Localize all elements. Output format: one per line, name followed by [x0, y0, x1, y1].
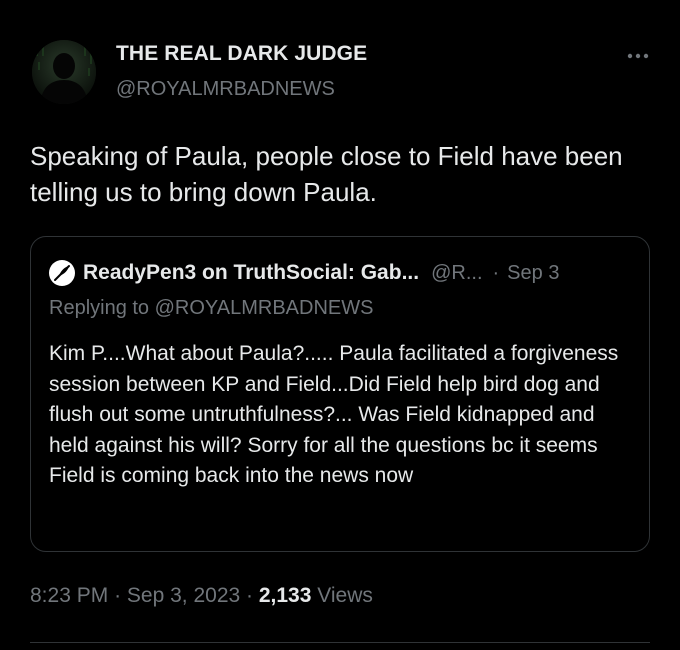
quoted-tweet-text: Kim P....What about Paula?..... Paula fa…: [49, 342, 619, 487]
tweet-text: Speaking of Paula, people close to Field…: [30, 141, 623, 207]
quoted-tweet-header: ReadyPen3 on TruthSocial: Gab... @R... ·…: [49, 257, 631, 289]
author-avatar[interactable]: [32, 40, 96, 104]
meta-separator: ·: [246, 584, 254, 607]
divider: [30, 642, 650, 643]
views-count[interactable]: 2,133: [259, 584, 312, 607]
replying-to-label: Replying to @ROYALMRBADNEWS: [49, 297, 374, 319]
more-options-button[interactable]: [618, 44, 658, 68]
views-label: Views: [317, 584, 373, 607]
feather-pen-icon: [54, 265, 70, 281]
more-horizontal-icon: [627, 53, 649, 59]
quoted-header-separator: ·: [492, 261, 500, 284]
quoted-tweet-date[interactable]: Sep 3: [507, 262, 559, 285]
author-display-name[interactable]: THE REAL DARK JUDGE: [116, 42, 367, 66]
quoted-tweet-card[interactable]: ReadyPen3 on TruthSocial: Gab... @R... ·…: [30, 236, 650, 552]
tweet-time[interactable]: 8:23 PM: [30, 584, 108, 607]
quoted-author-handle[interactable]: @R...: [431, 262, 482, 285]
quoted-author-display-name[interactable]: ReadyPen3 on TruthSocial: Gab...: [83, 261, 419, 285]
tweet-date[interactable]: Sep 3, 2023: [127, 584, 240, 607]
author-handle[interactable]: @ROYALMRBADNEWS: [116, 78, 335, 101]
quoted-author-avatar[interactable]: [49, 260, 75, 286]
silhouette-avatar-icon: [32, 40, 96, 104]
meta-separator: ·: [114, 584, 122, 607]
tweet-meta: 8:23 PM · Sep 3, 2023 · 2,133 Views: [30, 584, 373, 608]
